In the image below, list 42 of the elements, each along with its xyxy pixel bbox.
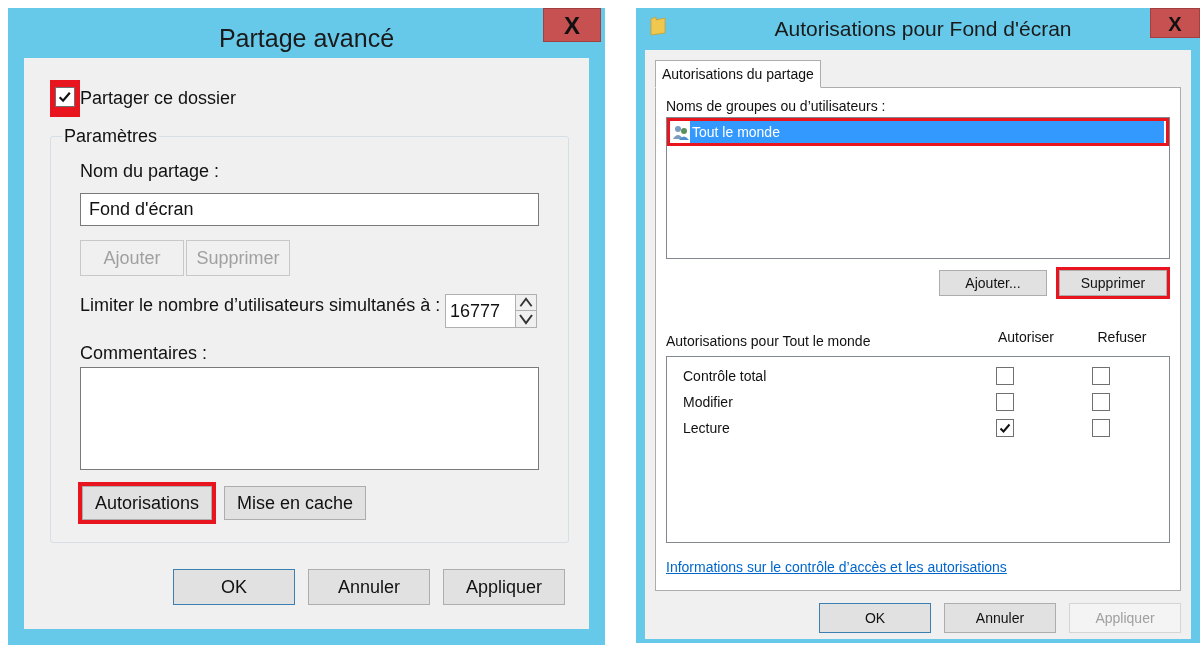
dialog-button[interactable]: OK — [173, 569, 295, 605]
up-arrow-icon[interactable] — [516, 295, 536, 311]
permissions-label: Autorisations pour Tout le monde — [666, 332, 872, 351]
users-icon — [672, 124, 690, 140]
window-title: Autorisations pour Fond d'écran — [774, 16, 1072, 43]
check-icon — [999, 422, 1011, 434]
checkbox[interactable] — [55, 86, 75, 107]
field-label: Nom du partage : — [80, 160, 221, 183]
checkbox-label: Partager ce dossier — [80, 86, 237, 110]
group-button[interactable]: Mise en cache — [224, 486, 367, 520]
checkbox[interactable] — [1092, 367, 1110, 385]
list-button[interactable]: Supprimer — [1059, 270, 1167, 296]
column-header: Refuser — [1096, 328, 1148, 347]
checkbox[interactable] — [996, 367, 1014, 385]
checkbox[interactable] — [996, 393, 1014, 411]
dialog-button[interactable]: OK — [819, 603, 931, 633]
limit-label: Limiter le nombre d’utilisateurs simultanés à : — [80, 294, 442, 317]
folder-icon — [650, 16, 666, 36]
field-label: Commentaires : — [80, 342, 209, 365]
window-title: Partage avancé — [218, 23, 395, 54]
list-button[interactable]: Ajouter... — [939, 270, 1047, 296]
tab[interactable]: Autorisations du partage — [655, 60, 821, 88]
dialog-button[interactable]: Appliquer — [443, 569, 565, 605]
comments-field[interactable] — [80, 367, 539, 470]
permission-name: Contrôle total — [682, 366, 768, 386]
checkbox[interactable] — [1092, 393, 1110, 411]
list-label: Noms de groupes ou d’utilisateurs : — [666, 97, 887, 116]
checkbox[interactable] — [1092, 419, 1110, 437]
close-button[interactable]: X — [1150, 8, 1200, 38]
close-button[interactable]: X — [543, 8, 601, 42]
dialog-button[interactable]: Annuler — [944, 603, 1056, 633]
permission-name: Lecture — [682, 418, 731, 438]
checkbox[interactable] — [996, 419, 1014, 437]
column-header: Autoriser — [997, 328, 1055, 347]
group-button[interactable]: Autorisations — [82, 486, 213, 520]
help-link[interactable]: Informations sur le contrôle d’accès et les autorisations — [666, 557, 1170, 578]
check-icon — [58, 90, 72, 104]
dialog-button[interactable]: Annuler — [308, 569, 430, 605]
group-title: Paramètres — [63, 125, 159, 148]
permission-name: Modifier — [682, 392, 734, 412]
user-limit-spinner[interactable]: 16777 — [445, 294, 537, 328]
share-name-field[interactable]: Fond d'écran — [80, 193, 539, 226]
